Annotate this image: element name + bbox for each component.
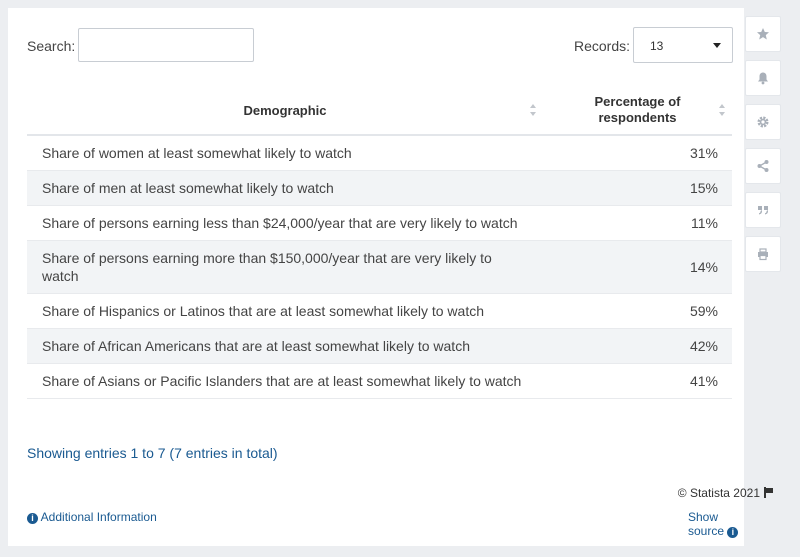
- table-row: Share of persons earning less than $24,0…: [27, 205, 732, 241]
- cite-button[interactable]: [745, 192, 781, 228]
- favorite-button[interactable]: [745, 16, 781, 52]
- search-input[interactable]: [78, 28, 254, 62]
- table-row: Share of Asians or Pacific Islanders tha…: [27, 363, 732, 399]
- print-button[interactable]: [745, 236, 781, 272]
- table-row: Share of Hispanics or Latinos that are a…: [27, 293, 732, 329]
- chevron-down-icon: [713, 43, 721, 48]
- column-header-demographic[interactable]: Demographic: [27, 86, 543, 136]
- additional-information-link[interactable]: i Additional Information: [27, 510, 157, 524]
- table-row: Share of women at least somewhat likely …: [27, 135, 732, 171]
- column-header-percentage[interactable]: Percentage of respondents: [543, 86, 732, 136]
- column-header-label: Percentage of respondents: [594, 94, 681, 125]
- percentage-cell: 41%: [543, 363, 732, 399]
- data-table: Demographic Percentage of respondents Sh…: [27, 86, 732, 399]
- copyright[interactable]: © Statista 2021: [532, 486, 774, 500]
- percentage-cell: 31%: [543, 135, 732, 171]
- demographic-cell: Share of persons earning less than $24,0…: [27, 205, 543, 241]
- info-icon: i: [727, 527, 739, 538]
- table-row: Share of men at least somewhat likely to…: [27, 170, 732, 206]
- statistic-panel: Search: Records: 13 Demographic Percenta…: [8, 8, 773, 546]
- percentage-cell: 11%: [543, 205, 732, 241]
- table-row: Share of African Americans that are at l…: [27, 328, 732, 364]
- gear-icon: [757, 116, 769, 128]
- share-button[interactable]: [745, 148, 781, 184]
- table-row: Share of persons earning more than $150,…: [27, 240, 732, 294]
- percentage-cell: 59%: [543, 293, 732, 329]
- percentage-cell: 15%: [543, 170, 732, 206]
- bell-icon: [758, 72, 768, 85]
- records-value: 13: [650, 39, 664, 53]
- percentage-cell: 14%: [543, 240, 732, 294]
- info-icon: i: [27, 513, 38, 524]
- sidebar-toolbar: [745, 16, 781, 280]
- show-source-link[interactable]: Show source i: [688, 510, 744, 538]
- records-select[interactable]: 13: [633, 27, 733, 63]
- settings-button[interactable]: [745, 104, 781, 140]
- entries-summary: Showing entries 1 to 7 (7 entries in tot…: [27, 445, 278, 461]
- notification-button[interactable]: [745, 60, 781, 96]
- copyright-text: © Statista 2021: [677, 486, 760, 500]
- demographic-cell: Share of men at least somewhat likely to…: [27, 170, 543, 206]
- demographic-cell: Share of Hispanics or Latinos that are a…: [27, 293, 543, 329]
- column-header-label: Demographic: [243, 102, 327, 118]
- search-label: Search:: [27, 38, 76, 54]
- records-label: Records:: [574, 38, 631, 54]
- demographic-cell: Share of women at least somewhat likely …: [27, 135, 543, 171]
- demographic-cell: Share of Asians or Pacific Islanders tha…: [27, 363, 543, 399]
- additional-information-label: Additional Information: [40, 510, 157, 524]
- demographic-cell: Share of persons earning more than $150,…: [27, 240, 543, 294]
- print-icon: [758, 248, 768, 261]
- sort-icon: [719, 104, 726, 116]
- percentage-cell: 42%: [543, 328, 732, 364]
- share-icon: [757, 160, 769, 172]
- star-icon: [757, 28, 769, 40]
- flag-icon: [763, 487, 774, 498]
- quote-icon: [758, 206, 768, 215]
- show-source-label: Show source: [688, 510, 725, 538]
- sort-icon: [530, 104, 537, 116]
- demographic-cell: Share of African Americans that are at l…: [27, 328, 543, 364]
